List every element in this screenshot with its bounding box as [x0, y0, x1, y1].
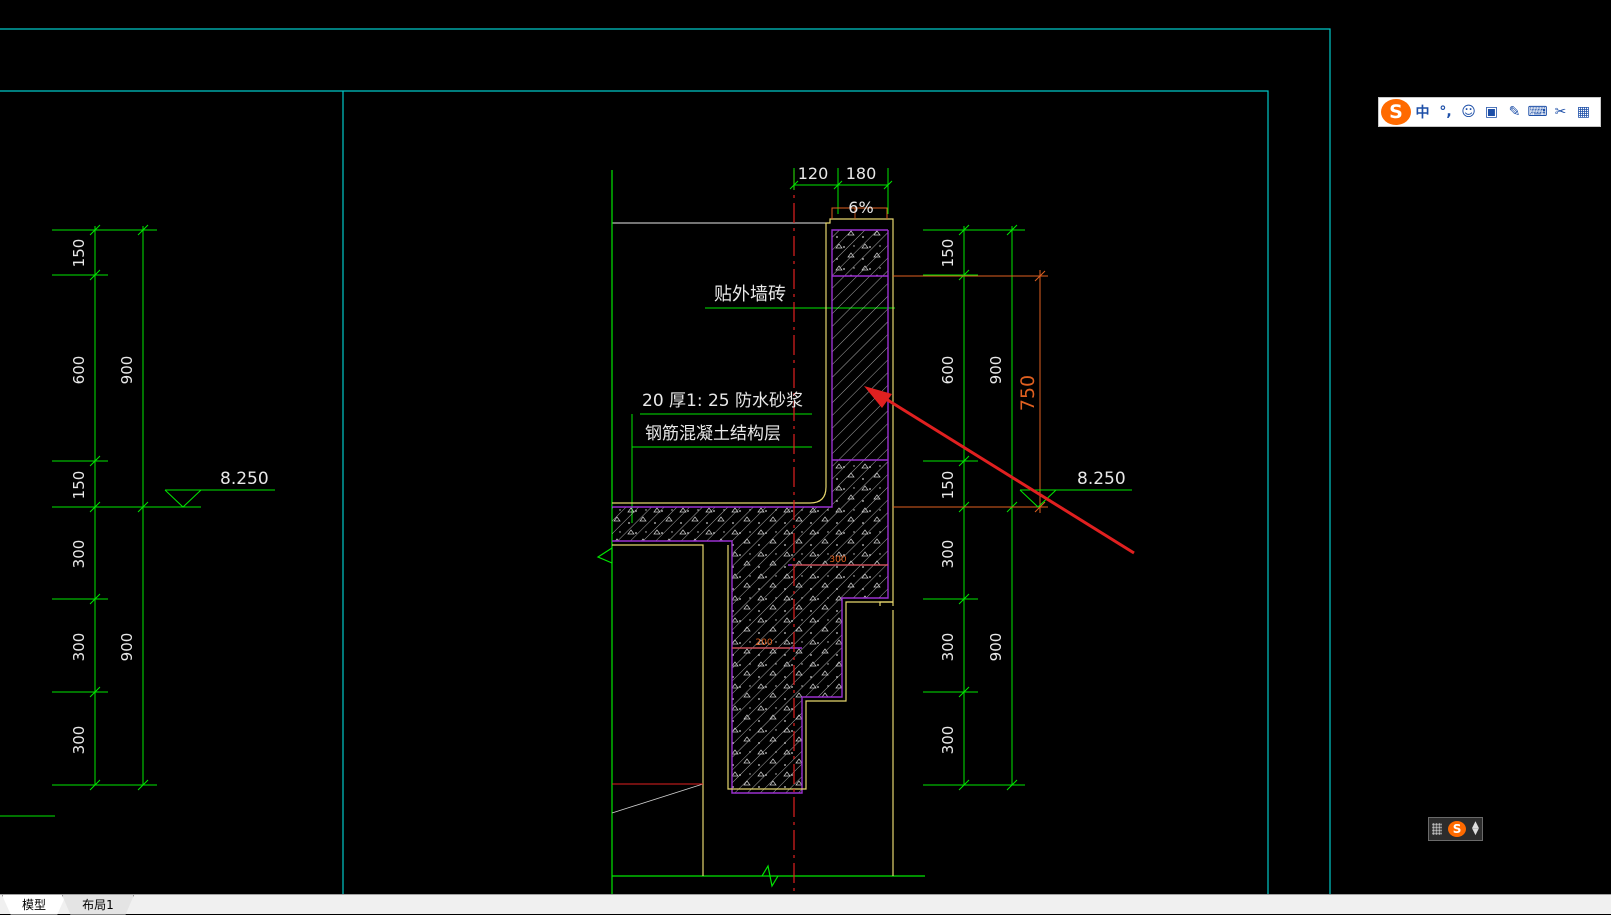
ime-punctuation-toggle[interactable]: °,: [1434, 100, 1457, 124]
drag-handle-icon[interactable]: [1432, 823, 1442, 835]
right-dim-300-a: 300: [939, 540, 957, 569]
left-dim-300-b: 300: [70, 633, 88, 662]
left-dim-900-a: 900: [118, 356, 136, 385]
left-dim-300-c: 300: [70, 726, 88, 755]
layout-tab-bar: 模型 布局1: [0, 894, 1611, 915]
dim-120: 120: [798, 164, 829, 183]
left-dim-300-a: 300: [70, 540, 88, 569]
ime-scissors-icon[interactable]: ✂: [1549, 100, 1572, 124]
sogou-logo-icon[interactable]: S: [1381, 99, 1411, 125]
sheet-frame: [0, 28, 1331, 894]
right-dim-600: 600: [939, 356, 957, 385]
ime-toolbar[interactable]: S 中 °, ☺ ▣ ✎ ⌨ ✂ ▦: [1378, 97, 1601, 127]
ime-keyboard-icon[interactable]: ⌨: [1526, 100, 1549, 124]
inner-dim-200: 200: [755, 638, 772, 648]
left-elevation-label: 8.250: [220, 469, 269, 489]
right-dim-150-b: 150: [939, 471, 957, 500]
red-dim-750-label: 750: [1017, 375, 1039, 411]
inner-dim-300: 300: [829, 555, 846, 565]
label-mortar: 20 厚1: 25 防水砂浆: [642, 391, 803, 411]
ime-voice-icon[interactable]: ▣: [1480, 100, 1503, 124]
right-dim-900-a: 900: [987, 356, 1005, 385]
slope-label: 6%: [848, 198, 873, 217]
tab-model[interactable]: 模型: [2, 895, 66, 915]
ime-chinese-toggle[interactable]: 中: [1411, 100, 1434, 124]
section-detail: [596, 168, 925, 894]
ime-toolbox-icon[interactable]: ▦: [1572, 100, 1595, 124]
right-dim-150-a: 150: [939, 239, 957, 268]
label-tile: 贴外墙砖: [714, 284, 786, 305]
cad-drawing-canvas[interactable]: 150 600 150 300 300 300 900 900 8.250 12…: [0, 0, 1611, 894]
left-dim-600: 600: [70, 356, 88, 385]
left-dim-150-a: 150: [70, 239, 88, 268]
dim-180: 180: [846, 164, 877, 183]
left-elevation-marker: [143, 489, 275, 508]
updown-arrow-icon[interactable]: ▲ ▼: [1472, 821, 1479, 837]
tab-layout1[interactable]: 布局1: [62, 895, 134, 915]
ime-handwrite-icon[interactable]: ✎: [1503, 100, 1526, 124]
ime-mini-status[interactable]: S ▲ ▼: [1428, 817, 1483, 841]
label-concrete: 钢筋混凝土结构层: [645, 424, 781, 444]
right-elevation-label: 8.250: [1077, 469, 1126, 489]
right-dim-900-b: 900: [987, 633, 1005, 662]
left-dim-150-b: 150: [70, 471, 88, 500]
left-dim-900-b: 900: [118, 633, 136, 662]
sogou-mini-logo-icon[interactable]: S: [1448, 821, 1467, 837]
ime-emoji-icon[interactable]: ☺: [1457, 100, 1480, 124]
right-dim-300-b: 300: [939, 633, 957, 662]
right-dim-300-c: 300: [939, 726, 957, 755]
